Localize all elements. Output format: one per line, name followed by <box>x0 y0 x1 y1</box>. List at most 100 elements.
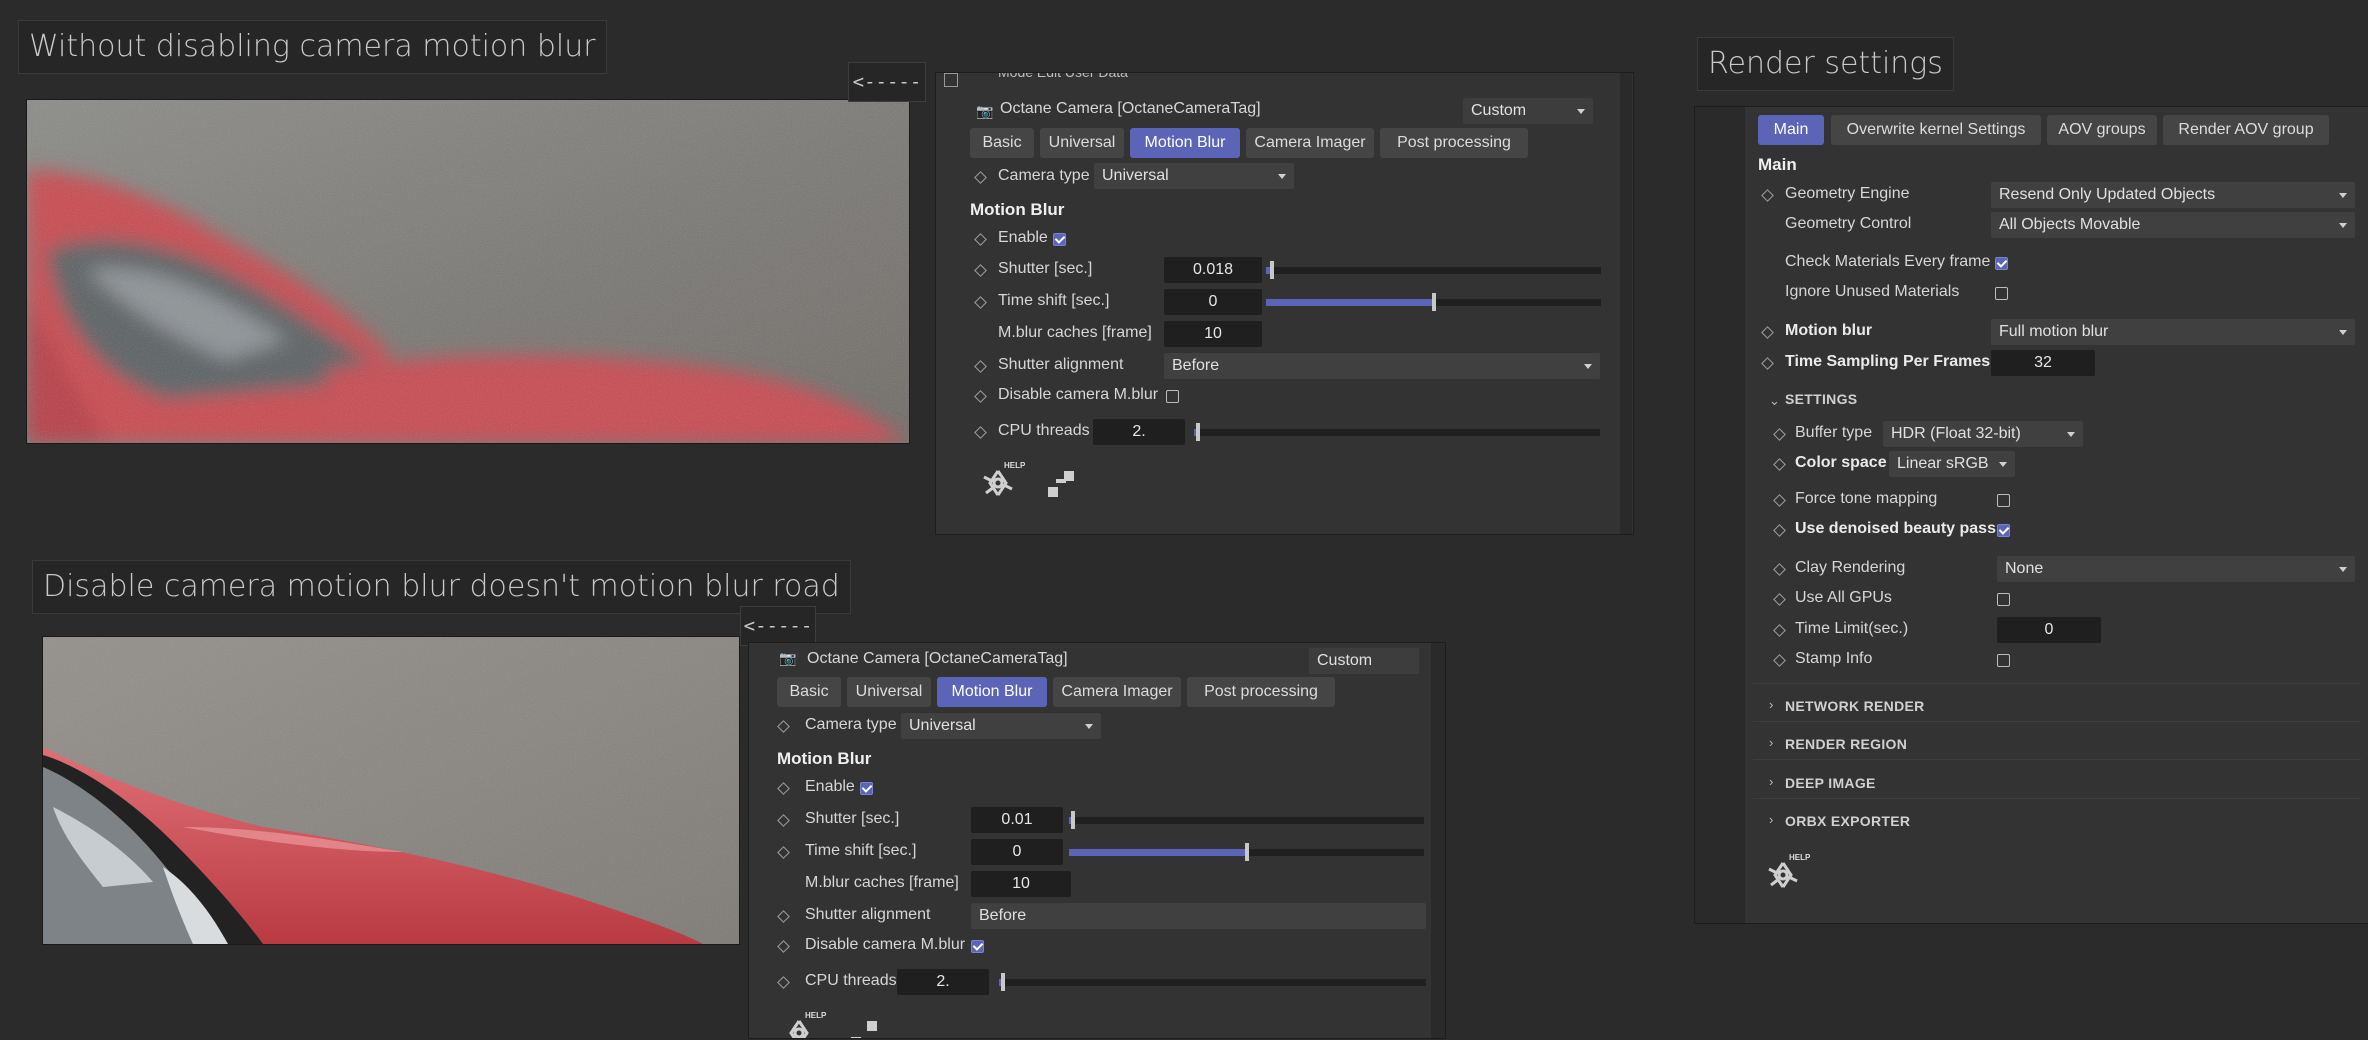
cpu-threads-slider[interactable] <box>999 973 1426 991</box>
tab-camera-imager[interactable]: Camera Imager <box>1246 128 1374 158</box>
tab-basic[interactable]: Basic <box>970 128 1034 158</box>
keyframe-diamond-icon[interactable] <box>1761 189 1774 202</box>
panel-scrollbar[interactable] <box>1620 73 1632 534</box>
tab-motion-blur[interactable]: Motion Blur <box>1130 128 1240 158</box>
buffer-type-dropdown[interactable]: HDR (Float 32-bit) <box>1883 421 2083 447</box>
tab-aov-groups[interactable]: AOV groups <box>2047 115 2157 145</box>
ignore-unused-materials-checkbox[interactable] <box>1995 287 2008 300</box>
keyframe-diamond-icon[interactable] <box>777 976 790 989</box>
cpu-threads-input[interactable]: 2. <box>1093 419 1185 445</box>
check-materials-checkbox[interactable] <box>1995 257 2008 270</box>
preset-dropdown[interactable]: Custom <box>1463 98 1593 124</box>
keyframe-diamond-icon[interactable] <box>777 846 790 859</box>
keyframe-diamond-icon[interactable] <box>777 940 790 953</box>
clay-rendering-dropdown[interactable]: None <box>1997 556 2355 582</box>
node-editor-icon[interactable] <box>1042 465 1082 505</box>
tab-motion-blur[interactable]: Motion Blur <box>937 677 1047 707</box>
tab-basic[interactable]: Basic <box>777 677 841 707</box>
camera-type-dropdown[interactable]: Universal <box>1094 163 1294 189</box>
octane-help-icon[interactable]: HELP <box>1763 853 1810 895</box>
use-denoised-beauty-checkbox[interactable] <box>1997 524 2010 537</box>
section-render-region[interactable]: RENDER REGION <box>1785 736 1907 752</box>
tab-universal[interactable]: Universal <box>847 677 931 707</box>
keyframe-diamond-icon[interactable] <box>1773 624 1786 637</box>
panel-scrollbar[interactable] <box>1431 643 1445 1038</box>
slider-handle[interactable] <box>1001 973 1005 991</box>
section-settings[interactable]: SETTINGS <box>1785 391 1857 407</box>
chevron-down-icon[interactable]: ⌄ <box>1769 393 1780 409</box>
keyframe-diamond-icon[interactable] <box>1761 357 1774 370</box>
keyframe-diamond-icon[interactable] <box>1773 494 1786 507</box>
tab-post-processing[interactable]: Post processing <box>1187 677 1335 707</box>
force-tone-mapping-checkbox[interactable] <box>1997 494 2010 507</box>
section-deep-image[interactable]: DEEP IMAGE <box>1785 775 1876 791</box>
tab-render-aov-group[interactable]: Render AOV group <box>2163 115 2329 145</box>
time-sampling-input[interactable]: 32 <box>1991 350 2095 376</box>
keyframe-diamond-icon[interactable] <box>1773 654 1786 667</box>
octane-help-icon[interactable]: HELP <box>779 1011 826 1038</box>
disable-camera-mblur-checkbox[interactable] <box>1166 390 1179 403</box>
geometry-control-dropdown[interactable]: All Objects Movable <box>1991 212 2355 238</box>
cpu-threads-slider[interactable] <box>1194 423 1600 441</box>
octane-help-icon[interactable]: HELP <box>978 461 1025 503</box>
chevron-right-icon[interactable]: › <box>1769 774 1773 789</box>
color-space-dropdown[interactable]: Linear sRGB <box>1889 451 2015 477</box>
keyframe-diamond-icon[interactable] <box>1773 593 1786 606</box>
mblur-caches-input[interactable]: 10 <box>971 871 1071 897</box>
tab-main[interactable]: Main <box>1758 115 1824 145</box>
stamp-info-checkbox[interactable] <box>1997 654 2010 667</box>
keyframe-diamond-icon[interactable] <box>777 720 790 733</box>
geometry-engine-dropdown[interactable]: Resend Only Updated Objects <box>1991 182 2355 208</box>
tab-camera-imager[interactable]: Camera Imager <box>1053 677 1181 707</box>
preset-dropdown[interactable]: Custom <box>1309 648 1419 674</box>
shutter-input[interactable]: 0.01 <box>971 807 1063 833</box>
keyframe-diamond-icon[interactable] <box>974 296 987 309</box>
keyframe-diamond-icon[interactable] <box>777 814 790 827</box>
keyframe-diamond-icon[interactable] <box>974 171 987 184</box>
keyframe-diamond-icon[interactable] <box>974 264 987 277</box>
keyframe-diamond-icon[interactable] <box>1773 428 1786 441</box>
slider-handle[interactable] <box>1270 261 1274 279</box>
chevron-right-icon[interactable]: › <box>1769 735 1773 750</box>
cpu-threads-input[interactable]: 2. <box>897 969 989 995</box>
keyframe-diamond-icon[interactable] <box>974 426 987 439</box>
slider-handle[interactable] <box>1432 293 1436 311</box>
keyframe-diamond-icon[interactable] <box>1761 326 1774 339</box>
tab-overwrite-kernel-settings[interactable]: Overwrite kernel Settings <box>1831 115 2041 145</box>
node-editor-icon[interactable] <box>845 1015 885 1038</box>
time-limit-input[interactable]: 0 <box>1997 617 2101 643</box>
keyframe-diamond-icon[interactable] <box>777 910 790 923</box>
slider-handle[interactable] <box>1196 423 1200 441</box>
keyframe-diamond-icon[interactable] <box>1773 458 1786 471</box>
slider-handle[interactable] <box>1071 811 1075 829</box>
enable-checkbox[interactable] <box>860 782 873 795</box>
keyframe-diamond-icon[interactable] <box>974 233 987 246</box>
mblur-caches-input[interactable]: 10 <box>1164 321 1262 347</box>
use-all-gpus-checkbox[interactable] <box>1997 593 2010 606</box>
shutter-slider[interactable] <box>1069 811 1424 829</box>
time-shift-slider[interactable] <box>1069 843 1424 861</box>
disable-camera-mblur-checkbox[interactable] <box>971 940 984 953</box>
chevron-right-icon[interactable]: › <box>1769 812 1773 827</box>
keyframe-diamond-icon[interactable] <box>777 782 790 795</box>
tab-post-processing[interactable]: Post processing <box>1380 128 1528 158</box>
shutter-input[interactable]: 0.018 <box>1164 257 1262 283</box>
enable-checkbox[interactable] <box>1053 233 1066 246</box>
keyframe-diamond-icon[interactable] <box>1773 524 1786 537</box>
time-shift-input[interactable]: 0 <box>971 839 1063 865</box>
motion-blur-dropdown[interactable]: Full motion blur <box>1991 319 2355 345</box>
shutter-alignment-dropdown[interactable]: Before <box>1164 353 1600 379</box>
keyframe-diamond-icon[interactable] <box>974 390 987 403</box>
camera-type-dropdown[interactable]: Universal <box>901 713 1101 739</box>
keyframe-diamond-icon[interactable] <box>1773 563 1786 576</box>
tab-universal[interactable]: Universal <box>1040 128 1124 158</box>
menu-icon[interactable] <box>944 73 958 87</box>
section-network-render[interactable]: NETWORK RENDER <box>1785 698 1925 714</box>
chevron-right-icon[interactable]: › <box>1769 697 1773 712</box>
section-orbx-exporter[interactable]: ORBX EXPORTER <box>1785 813 1910 829</box>
slider-handle[interactable] <box>1245 843 1249 861</box>
keyframe-diamond-icon[interactable] <box>974 360 987 373</box>
time-shift-slider[interactable] <box>1266 293 1601 311</box>
time-shift-input[interactable]: 0 <box>1164 289 1262 315</box>
shutter-slider[interactable] <box>1266 261 1601 279</box>
